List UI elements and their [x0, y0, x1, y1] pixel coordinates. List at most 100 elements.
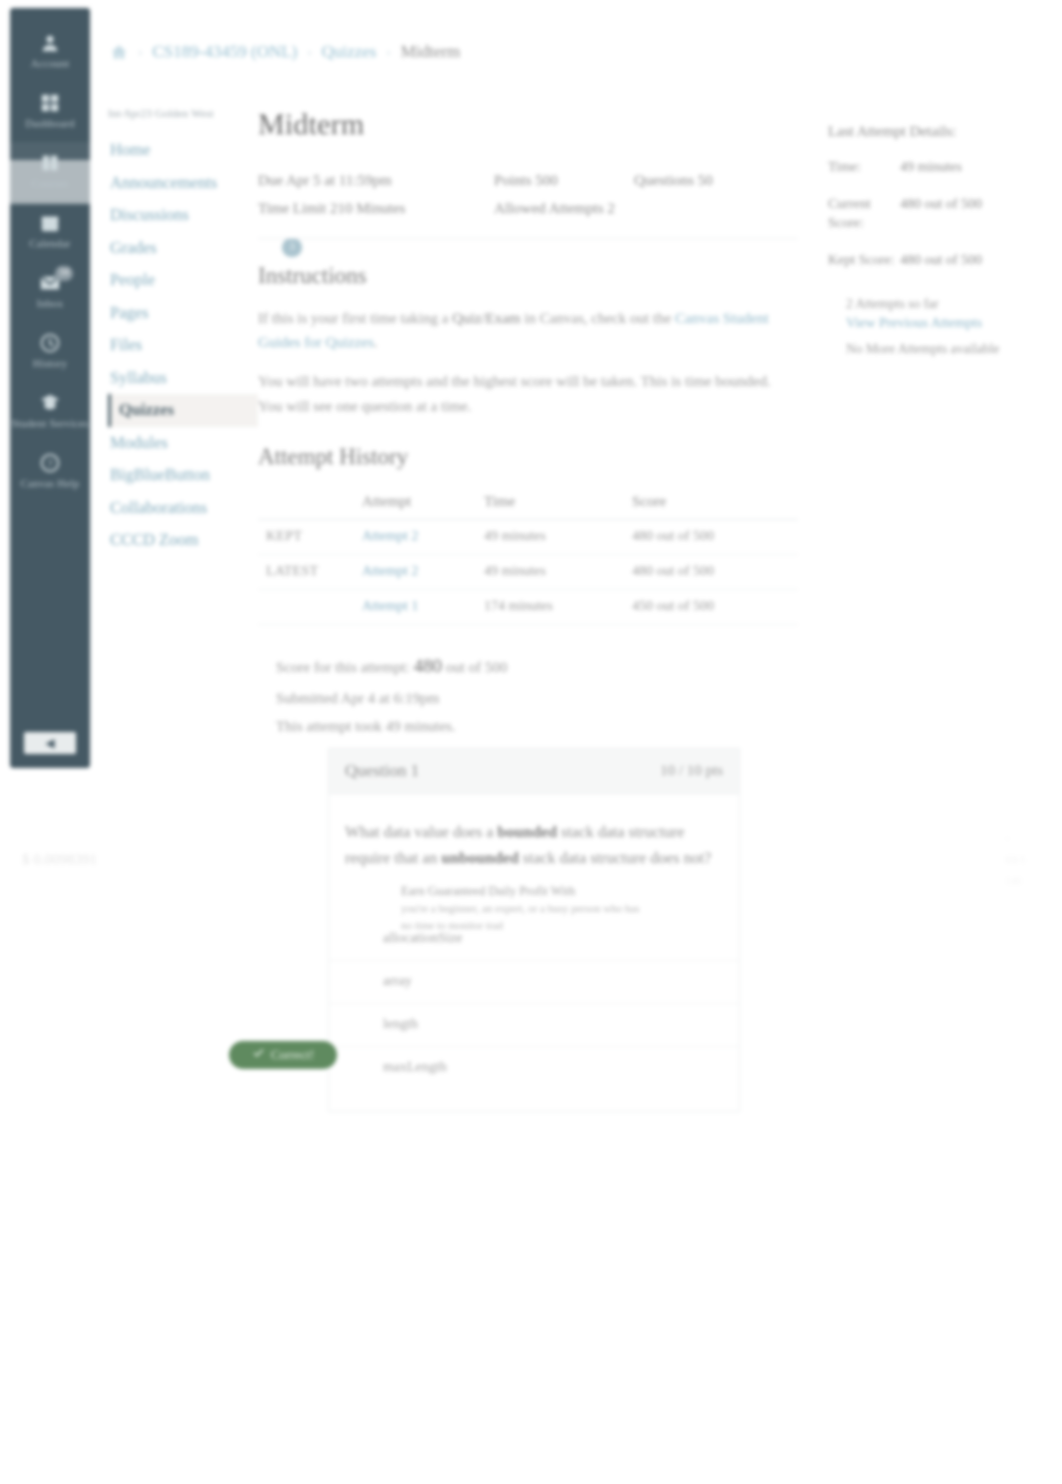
score-line: Score for this attempt: 480 out of 500: [276, 649, 798, 685]
check-icon: [252, 1047, 265, 1064]
answer-option-length[interactable]: length: [329, 1004, 739, 1047]
course-nav-item-home[interactable]: Home: [108, 134, 258, 167]
page-title: Midterm: [258, 108, 365, 141]
time-label: Time:: [828, 160, 861, 175]
attempt-link[interactable]: Attempt 2: [362, 564, 418, 579]
correct-label: Correct!: [270, 1047, 315, 1062]
attempt-score: 450 out of 500: [624, 589, 798, 625]
score-label: Score for this attempt:: [276, 659, 410, 676]
global-nav-item-calendar[interactable]: Calendar: [10, 202, 90, 260]
instructions-paragraph-2: You will have two attempts and the highe…: [258, 374, 771, 415]
due-value: Apr 5 at 11:59pm: [285, 173, 392, 189]
global-nav-label: Dashboard: [25, 118, 75, 131]
global-nav-label: Courses: [31, 178, 69, 191]
question-card: Question 1 10 / 10 pts What data value d…: [229, 748, 740, 1112]
answer-list: allocationSize array length maxLength: [329, 912, 739, 1111]
quiz-meta-col-questions: Questions 50: [634, 168, 794, 224]
current-score-row: Current Score: 480 out of 500: [828, 196, 1004, 234]
attempt-time: 49 minutes: [476, 519, 624, 555]
breadcrumb: › CS189-43459 (ONL) › Quizzes › Midterm: [110, 42, 460, 62]
course-nav-item-grades[interactable]: Grades 3: [108, 232, 302, 265]
main-content: Midterm Due Apr 5 at 11:59pm Time Limit …: [258, 108, 798, 742]
course-nav-item-syllabus[interactable]: Syllabus: [108, 362, 258, 395]
global-nav-label: Account: [30, 58, 70, 71]
column-header-time: Time: [476, 487, 624, 520]
allowed-attempts-value: 2: [607, 200, 615, 217]
attempt-link-cell[interactable]: Attempt 2: [354, 554, 476, 590]
quiz-meta-col-due: Due Apr 5 at 11:59pm Time Limit 210 Minu…: [258, 168, 494, 224]
attempts-so-far: 2 Attempts so far: [846, 295, 939, 311]
student-services-icon: [37, 391, 63, 415]
global-nav-item-inbox[interactable]: 34 Inbox: [10, 262, 90, 320]
instructions-bold-quizexam: Quiz/Exam: [452, 310, 521, 327]
global-nav-item-account[interactable]: Account: [10, 22, 90, 80]
quiz-meta-col-points: Points 500 Allowed Attempts 2: [494, 168, 634, 224]
points-value: 500: [535, 173, 558, 189]
course-nav-item-collaborations[interactable]: Collaborations: [108, 492, 258, 525]
global-nav-item-history[interactable]: History: [10, 322, 90, 380]
attempt-score: 480 out of 500: [624, 519, 798, 555]
answer-option-array[interactable]: array: [329, 961, 739, 1004]
question-text-part-1: What data value does a: [345, 824, 498, 841]
svg-text:?: ?: [47, 457, 52, 471]
global-navigation: Account Dashboard Courses Calendar 34 In…: [10, 8, 90, 768]
kept-score-value: 480 out of 500: [900, 252, 983, 268]
attempt-flag: KEPT: [258, 519, 354, 555]
course-nav-item-bigbluebutton[interactable]: BigBlueButton: [108, 459, 258, 492]
instructions-heading: Instructions: [258, 262, 367, 288]
attempt-link-cell[interactable]: Attempt 2: [354, 519, 476, 555]
home-icon[interactable]: [110, 43, 128, 61]
ad-line-1: Earn Guaranteed Daily Profit With: [401, 884, 576, 898]
course-nav-item-pages[interactable]: Pages: [108, 297, 258, 330]
course-nav-item-cccd-zoom[interactable]: CCCD Zoom: [108, 524, 258, 557]
global-nav-item-courses[interactable]: Courses: [10, 142, 90, 200]
page-root: Account Dashboard Courses Calendar 34 In…: [0, 0, 1062, 1484]
quiz-meta: Due Apr 5 at 11:59pm Time Limit 210 Minu…: [258, 168, 798, 239]
breadcrumb-separator: ›: [307, 44, 312, 59]
global-nav-item-student-services[interactable]: Student Services: [10, 382, 90, 440]
global-nav-label: History: [32, 358, 68, 371]
points-label: Points: [494, 173, 532, 189]
question-title: Question 1: [345, 761, 420, 780]
attempt-time: 174 minutes: [476, 589, 624, 625]
global-nav-label: Canvas Help: [20, 478, 80, 491]
time-value: 49 minutes: [900, 160, 962, 175]
course-nav-item-people[interactable]: People: [108, 264, 258, 297]
course-nav-item-discussions[interactable]: Discussions: [108, 199, 258, 232]
course-nav-item-quizzes[interactable]: Quizzes: [108, 394, 258, 427]
table-row: LATEST Attempt 2 49 minutes 480 out of 5…: [258, 554, 798, 590]
breadcrumb-course-link[interactable]: CS189-43459 (ONL): [152, 42, 297, 62]
time-limit-label: Time Limit: [258, 200, 327, 217]
course-nav-item-files[interactable]: Files: [108, 329, 258, 362]
course-nav-item-announcements[interactable]: Announcements: [108, 167, 258, 200]
time-limit-value: 210 Minutes: [329, 200, 406, 217]
global-nav-item-canvas-help[interactable]: ? Canvas Help: [10, 442, 90, 500]
view-previous-attempts-link[interactable]: View Previous Attempts: [846, 316, 1004, 332]
nav-collapse-button[interactable]: ◀: [24, 732, 76, 754]
breadcrumb-separator: ›: [138, 44, 143, 59]
answer-option-allocationsize[interactable]: allocationSize: [329, 918, 739, 961]
attempt-link[interactable]: Attempt 2: [362, 529, 418, 544]
breadcrumb-quizzes-link[interactable]: Quizzes: [322, 42, 377, 62]
table-header-row: Attempt Time Score: [258, 487, 798, 520]
attempt-link-cell[interactable]: Attempt 1: [354, 589, 476, 625]
right-side-widget[interactable]: › EX 5 1.61: [1006, 828, 1056, 893]
duration-line: This attempt took 49 minutes.: [276, 719, 456, 736]
attempt-time: 49 minutes: [476, 554, 624, 590]
attempt-history-head: Attempt Time Score: [258, 487, 798, 520]
attempt-summary: Score for this attempt: 480 out of 500 S…: [258, 649, 798, 742]
dashboard-icon: [37, 91, 63, 115]
attempt-link[interactable]: Attempt 1: [362, 599, 418, 614]
right-widget-line-1: ›: [1006, 833, 1009, 843]
column-header-flag: [258, 487, 354, 520]
courses-icon: [37, 151, 63, 175]
answer-option-maxlength[interactable]: maxLength: [329, 1047, 739, 1089]
course-nav-item-modules[interactable]: Modules: [108, 427, 258, 460]
score-out-of: out of 500: [445, 659, 508, 676]
global-nav-label: Student Services: [11, 418, 89, 431]
history-icon: [37, 331, 63, 355]
score-value: 480: [413, 655, 442, 677]
attempt-history-heading: Attempt History: [258, 443, 409, 469]
question-bold-bounded: bounded: [497, 824, 557, 841]
global-nav-item-dashboard[interactable]: Dashboard: [10, 82, 90, 140]
